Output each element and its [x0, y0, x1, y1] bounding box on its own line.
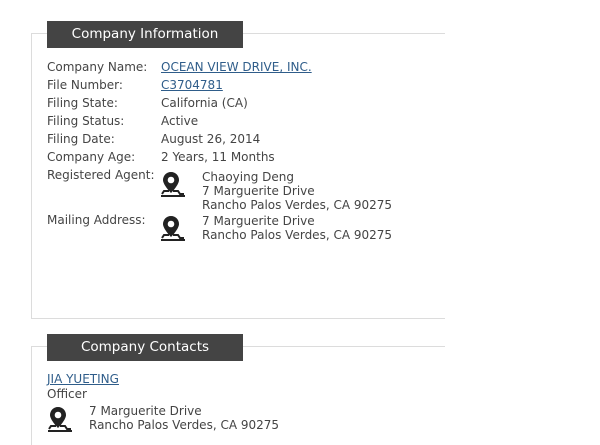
file-number-label: File Number: [47, 78, 123, 92]
filing-date-label: Filing Date: [47, 132, 115, 146]
registered-agent-address: Chaoying Deng 7 Marguerite Drive Rancho … [202, 170, 392, 212]
filing-date-value: August 26, 2014 [161, 132, 261, 146]
contact-name-link[interactable]: JIA YUETING [47, 372, 119, 387]
contact-address-text: 7 Marguerite Drive Rancho Palos Verdes, … [89, 404, 279, 432]
map-pin-icon [48, 407, 72, 432]
agent-name: Chaoying Deng [202, 170, 294, 184]
mailing-address-label: Mailing Address: [47, 213, 146, 227]
company-name-link[interactable]: OCEAN VIEW DRIVE, INC. [161, 59, 312, 75]
company-contacts-panel: Company Contacts JIA YUETING Officer 7 M… [31, 334, 445, 445]
company-contacts-header: Company Contacts [47, 334, 243, 361]
agent-address-line2: Rancho Palos Verdes, CA 90275 [202, 198, 393, 212]
contact-role: Officer [47, 387, 87, 401]
company-information-panel: Company Information Company Name: OCEAN … [31, 21, 445, 319]
map-pin-icon [161, 172, 185, 197]
filing-state-value: California (CA) [161, 96, 248, 110]
agent-address-line1: 7 Marguerite Drive [202, 184, 315, 198]
filing-status-value: Active [161, 114, 199, 128]
company-age-value: 2 Years, 11 Months [161, 150, 275, 164]
file-number-link[interactable]: C3704781 [161, 77, 223, 93]
contact-address-line2: Rancho Palos Verdes, CA 90275 [89, 418, 280, 432]
map-pin-icon [161, 216, 185, 241]
filing-state-label: Filing State: [47, 96, 118, 110]
company-information-header: Company Information [47, 21, 243, 48]
mailing-address-line1: 7 Marguerite Drive [202, 214, 315, 228]
mailing-address-text: 7 Marguerite Drive Rancho Palos Verdes, … [202, 214, 392, 242]
filing-status-label: Filing Status: [47, 114, 125, 128]
company-name-label: Company Name: [47, 60, 148, 74]
contact-address-line1: 7 Marguerite Drive [89, 404, 202, 418]
registered-agent-label: Registered Agent: [47, 168, 155, 182]
mailing-address-line2: Rancho Palos Verdes, CA 90275 [202, 228, 393, 242]
company-age-label: Company Age: [47, 150, 136, 164]
